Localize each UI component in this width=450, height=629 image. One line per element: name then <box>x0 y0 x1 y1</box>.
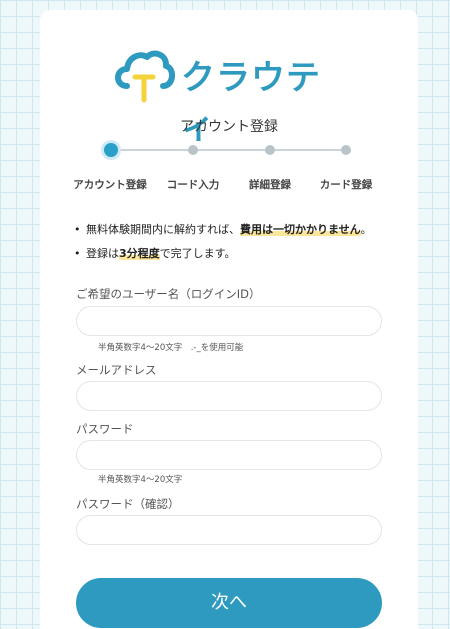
progress-line <box>110 149 346 151</box>
password-confirm-input[interactable] <box>76 515 382 545</box>
page-title: アカウント登録 <box>180 119 278 135</box>
username-hint: 半角英数字4～20文字 .-_を使用可能 <box>98 343 244 353</box>
note-text: 登録は <box>86 247 119 260</box>
password-label: パスワード <box>76 422 134 436</box>
step-label-card: カード登録 <box>319 179 373 191</box>
password-hint: 半角英数字4～20文字 <box>98 475 183 485</box>
note-duration: 登録は3分程度で完了します。 <box>74 244 384 263</box>
cloud-logo-icon <box>115 50 175 103</box>
notes-list: 無料体験期間内に解約すれば、費用は一切かかりません。 登録は3分程度で完了します… <box>74 220 384 268</box>
step-label-details: 詳細登録 <box>249 179 291 191</box>
password-input[interactable] <box>76 440 382 470</box>
note-emphasis: 3分程度 <box>119 247 160 260</box>
username-input[interactable] <box>76 306 382 336</box>
note-text: 無料体験期間内に解約すれば、 <box>86 223 240 236</box>
note-text: で完了します。 <box>159 247 236 260</box>
username-label: ご希望のユーザー名（ログインID） <box>76 287 261 301</box>
email-input[interactable] <box>76 381 382 411</box>
step-dot-code <box>188 145 198 155</box>
note-free-trial: 無料体験期間内に解約すれば、費用は一切かかりません。 <box>74 220 384 239</box>
step-label-code: コード入力 <box>166 179 220 191</box>
registration-card: クラウティ アカウント登録 アカウント登録 コード入力 詳細登録 カード登録 無… <box>40 10 418 629</box>
next-button[interactable]: 次へ <box>76 578 382 628</box>
email-label: メールアドレス <box>76 363 157 377</box>
step-dot-card <box>341 145 351 155</box>
step-dot-account <box>104 143 118 157</box>
step-label-account: アカウント登録 <box>73 179 147 191</box>
note-text: 。 <box>360 223 372 236</box>
brand-logo: クラウティ <box>113 44 353 147</box>
step-dot-details <box>265 145 275 155</box>
password-confirm-label: パスワード（確認） <box>76 497 180 511</box>
note-emphasis: 費用は一切かかりません <box>240 223 361 236</box>
